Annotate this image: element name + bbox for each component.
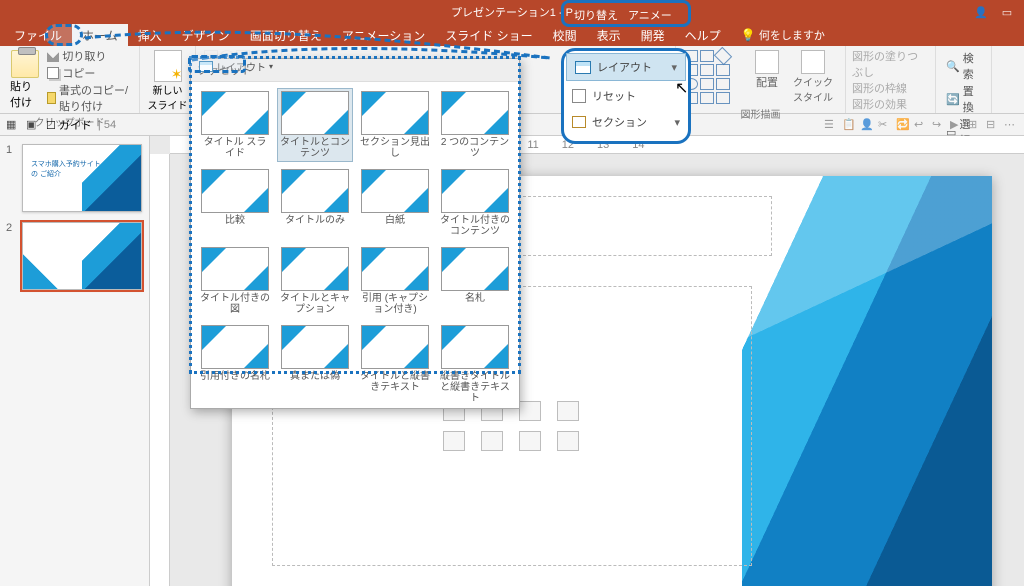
ruler-vertical: [150, 154, 170, 586]
layout-option[interactable]: タイトルとコンテンツ: [277, 88, 353, 162]
insert-3d-icon[interactable]: [557, 401, 579, 421]
tell-me[interactable]: 💡 何をしますか: [731, 24, 835, 46]
insert-online-picture-icon[interactable]: [481, 431, 503, 451]
layout-button-small[interactable]: レイアウト ▾: [192, 56, 280, 77]
paste-label: 貼り付け: [10, 78, 39, 110]
qat-btn[interactable]: ⊞: [968, 118, 982, 132]
qat-btn[interactable]: ✂: [878, 118, 892, 132]
tab-design[interactable]: デザイン: [172, 24, 240, 47]
chevron-down-icon: ▾: [671, 61, 677, 74]
cut-icon: [47, 50, 59, 62]
qat-btn[interactable]: 🔁: [896, 118, 910, 132]
callout-reset-button[interactable]: リセット: [564, 83, 688, 109]
qat-btn[interactable]: ⋯: [1004, 118, 1018, 132]
format-painter-icon: [47, 92, 56, 104]
arrange-icon: [755, 50, 779, 74]
layout-option[interactable]: 比較: [197, 166, 273, 240]
ribbon-options-icon[interactable]: ▭: [998, 3, 1016, 21]
section-icon: [572, 116, 586, 128]
quick-styles-icon: [801, 50, 825, 74]
qat-btn[interactable]: 📋: [842, 118, 856, 132]
tab-developer[interactable]: 開発: [631, 24, 675, 47]
account-icon[interactable]: 👤: [972, 3, 990, 21]
layout-option[interactable]: 名札: [437, 244, 513, 318]
tab-view[interactable]: 表示: [587, 24, 631, 47]
layout-option[interactable]: 引用付きの名札: [197, 322, 273, 396]
insert-smartart-icon[interactable]: [519, 401, 541, 421]
tab-insert[interactable]: 挿入: [128, 24, 172, 47]
slide-panel: 1 スマホ購入予約サイトの ご紹介 2: [0, 136, 150, 586]
layout-option[interactable]: 引用 (キャプション付き): [357, 244, 433, 318]
insert-icon-icon[interactable]: [557, 431, 579, 451]
find-button[interactable]: 🔍 検索: [946, 50, 981, 82]
tab-transitions[interactable]: 画面切り替え: [240, 24, 332, 47]
qat-btn[interactable]: ↪: [932, 118, 946, 132]
qat-icon[interactable]: ▣: [26, 118, 40, 132]
qat-btn[interactable]: ☰: [824, 118, 838, 132]
ribbon-tabs: ファイル ホーム 挿入 デザイン 画面切り替え アニメーション スライド ショー…: [0, 24, 1024, 46]
chevron-down-icon: ▾: [674, 116, 680, 129]
arrange-button[interactable]: 配置: [749, 48, 785, 106]
layout-option[interactable]: 縦書きタイトルと縦書きテキスト: [437, 322, 513, 396]
window-title: プレゼンテーション1 - P: [451, 4, 573, 20]
layout-icon: [575, 61, 591, 74]
layout-option[interactable]: タイトルのみ: [277, 166, 353, 240]
tab-home[interactable]: ホーム: [72, 24, 128, 47]
tab-help[interactable]: ヘルプ: [675, 24, 731, 47]
slide-background-graphic: [742, 176, 992, 586]
callout-layout-button[interactable]: レイアウト ▾: [566, 53, 686, 81]
layout-option[interactable]: タイトル付きのコンテンツ: [437, 166, 513, 240]
layout-option[interactable]: 真または偽: [277, 322, 353, 396]
layout-option[interactable]: タイトル付きの図: [197, 244, 273, 318]
shape-effects[interactable]: 図形の効果: [852, 96, 929, 112]
copy-button[interactable]: コピー: [47, 65, 133, 81]
annotation-callout-panel: レイアウト ▾ リセット セクション ▾: [561, 48, 691, 144]
thumb-number: 2: [6, 222, 18, 290]
cut-button[interactable]: 切り取り: [47, 48, 133, 64]
layout-option[interactable]: 白紙: [357, 166, 433, 240]
insert-video-icon[interactable]: [519, 431, 541, 451]
thumb-number: 1: [6, 144, 18, 212]
tab-file[interactable]: ファイル: [4, 24, 72, 47]
callout-section-button[interactable]: セクション ▾: [564, 109, 688, 135]
qat-btn[interactable]: ▶: [950, 118, 964, 132]
qat-icon[interactable]: ▦: [6, 118, 20, 132]
qat-btn[interactable]: ⊟: [986, 118, 1000, 132]
tab-review[interactable]: 校閲: [543, 24, 587, 47]
shape-outline[interactable]: 図形の枠線: [852, 80, 929, 96]
new-slide-icon: [154, 50, 182, 82]
format-painter-button[interactable]: 書式のコピー/貼り付け: [47, 82, 133, 114]
layout-option[interactable]: 2 つのコンテンツ: [437, 88, 513, 162]
paste-button[interactable]: 貼り付け: [6, 48, 43, 114]
layout-icon: [199, 61, 213, 72]
mouse-cursor-icon: ↖: [675, 78, 688, 98]
slide-thumbnail-2[interactable]: [22, 222, 142, 290]
tab-slideshow[interactable]: スライド ショー: [435, 24, 542, 47]
replace-button[interactable]: 🔄 置換: [946, 83, 981, 115]
copy-icon: [47, 67, 59, 79]
new-slide-label: 新しい スライド: [148, 82, 188, 112]
shapes-gallery-2[interactable]: [682, 48, 747, 106]
layout-option[interactable]: セクション見出し: [357, 88, 433, 162]
slide-thumbnail-1[interactable]: スマホ購入予約サイトの ご紹介: [22, 144, 142, 212]
layout-option[interactable]: タイトルとキャプション: [277, 244, 353, 318]
reset-icon: [572, 89, 586, 103]
layout-gallery-dropdown: ファセット タイトル スライドタイトルとコンテンツセクション見出し2 つのコンテ…: [190, 58, 520, 409]
layout-option[interactable]: タイトル スライド: [197, 88, 273, 162]
insert-picture-icon[interactable]: [443, 431, 465, 451]
shape-fill[interactable]: 図形の塗りつぶし: [852, 48, 929, 80]
new-slide-button[interactable]: 新しい スライド: [146, 48, 189, 114]
paste-icon: [11, 50, 39, 78]
chevron-down-icon: ▾: [269, 62, 273, 71]
qat-btn[interactable]: 👤: [860, 118, 874, 132]
qat-value: 54: [104, 119, 116, 131]
tab-animations[interactable]: アニメーション: [332, 24, 436, 47]
guide-checkbox[interactable]: ☐ ガイド: [46, 117, 92, 133]
quick-styles-button[interactable]: クイック スタイル: [787, 48, 839, 106]
layout-option[interactable]: タイトルと縦書きテキスト: [357, 322, 433, 396]
group-drawing-label: 図形描画: [682, 106, 839, 121]
qat-btn[interactable]: ↩: [914, 118, 928, 132]
